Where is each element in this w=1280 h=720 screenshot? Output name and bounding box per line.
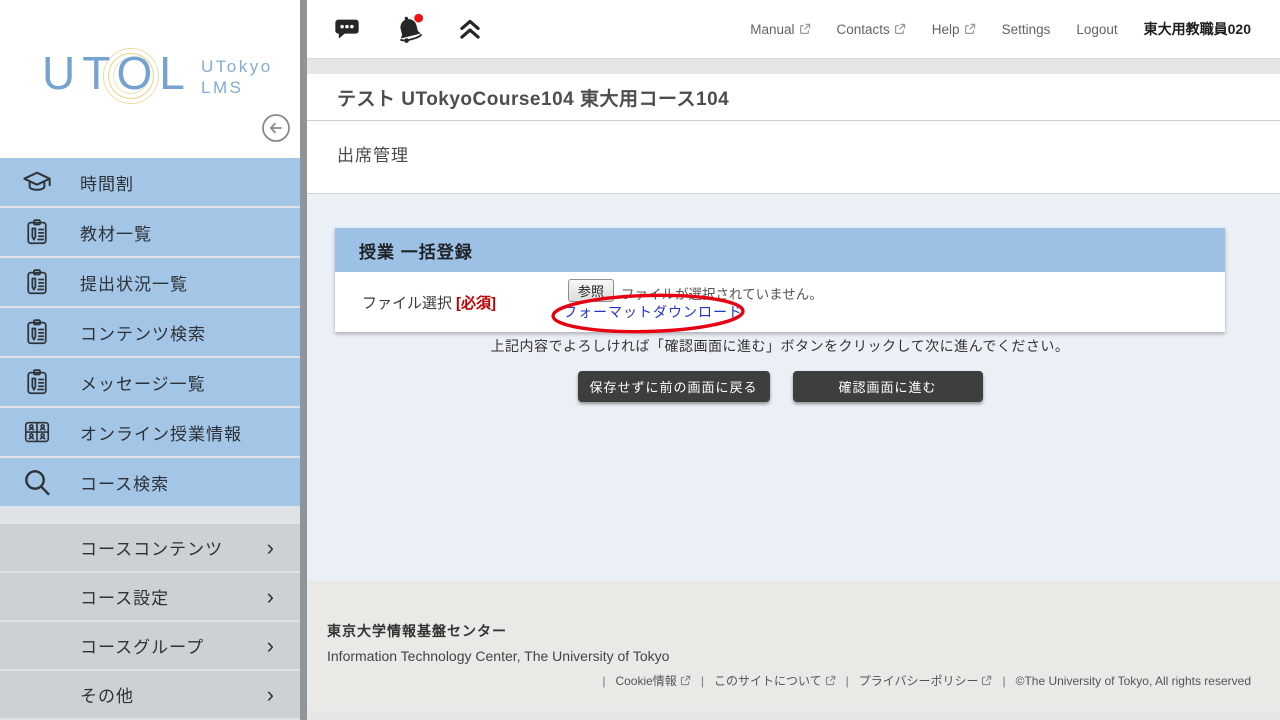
sidebar-item-course-search[interactable]: コース検索 xyxy=(0,458,300,506)
sidebar-main-menu: 時間割 教材一覧 提出状況一覧 xyxy=(0,158,300,508)
proceed-to-confirm-button[interactable]: 確認画面に進む xyxy=(793,371,983,402)
sidebar-item-label: コース検索 xyxy=(80,470,169,495)
footer-links: | Cookie情報 | このサイトについて xyxy=(327,672,1251,689)
content-area: 授業 一括登録 ファイル選択[必須] 参照 ファイルが選択されていません。 フォ… xyxy=(307,194,1280,581)
collapse-up-icon[interactable] xyxy=(457,15,483,43)
sidebar-item-label: コースグループ xyxy=(80,633,267,658)
sidebar-item-online-class-info[interactable]: オンライン授業情報 xyxy=(0,408,300,456)
panel-body: ファイル選択[必須] 参照 ファイルが選択されていません。 フォーマットダウンロ… xyxy=(335,272,1225,332)
chevron-right-icon: › xyxy=(267,537,274,559)
sidebar-item-label: オンライン授業情報 xyxy=(80,420,242,445)
utol-logo: UTOL xyxy=(42,46,192,100)
footer-org-jp: 東京大学情報基盤センター xyxy=(327,621,1251,641)
sidebar-item-messages[interactable]: メッセージ一覧 xyxy=(0,358,300,406)
contacts-link[interactable]: Contacts xyxy=(837,22,906,37)
back-without-save-button[interactable]: 保存せずに前の画面に戻る xyxy=(578,371,770,402)
clipboard-icon xyxy=(20,215,54,249)
sidebar-item-label: コースコンテンツ xyxy=(80,535,267,560)
sidebar-course-menu: コースコンテンツ › コース設定 › コースグループ › その他 › xyxy=(0,524,300,720)
settings-link[interactable]: Settings xyxy=(1002,22,1051,37)
topbar: Manual Contacts Help xyxy=(307,0,1280,59)
arrow-left-circle-icon xyxy=(261,113,291,143)
course-title: テスト UTokyoCourse104 東大用コース104 xyxy=(337,84,729,111)
chevron-right-icon: › xyxy=(267,684,274,706)
sidebar-item-course-group[interactable]: コースグループ › xyxy=(0,622,300,669)
sidebar-item-label: その他 xyxy=(80,682,267,707)
sidebar-item-course-contents[interactable]: コースコンテンツ › xyxy=(0,524,300,571)
panel-header: 授業 一括登録 xyxy=(335,228,1225,272)
chevron-right-icon: › xyxy=(267,586,274,608)
sidebar-item-timetable[interactable]: 時間割 xyxy=(0,158,300,206)
privacy-policy-link[interactable]: プライバシーポリシー xyxy=(859,672,993,689)
sidebar-item-label: 提出状況一覧 xyxy=(80,270,188,295)
external-link-icon xyxy=(894,23,906,35)
sidebar-item-label: 教材一覧 xyxy=(80,220,152,245)
external-link-icon xyxy=(964,23,976,35)
footer-org-en: Information Technology Center, The Unive… xyxy=(327,648,1251,664)
format-download-link[interactable]: フォーマットダウンロード xyxy=(563,302,743,322)
logout-link[interactable]: Logout xyxy=(1076,22,1117,37)
sidebar-item-label: メッセージ一覧 xyxy=(80,370,206,395)
external-link-icon xyxy=(825,675,836,686)
sidebar-item-course-settings[interactable]: コース設定 › xyxy=(0,573,300,620)
online-class-grid-icon xyxy=(20,415,54,449)
chevron-right-icon: › xyxy=(267,635,274,657)
sidebar-divider xyxy=(300,0,307,720)
footer: 東京大学情報基盤センター Information Technology Cent… xyxy=(307,581,1280,711)
copyright-text: ©The University of Tokyo, All rights res… xyxy=(1016,674,1251,688)
magnifier-icon xyxy=(20,465,54,499)
file-browse-button[interactable]: 参照 xyxy=(568,279,614,302)
external-link-icon xyxy=(680,675,691,686)
sidebar: UTOL UTokyo LMS 時間割 xyxy=(0,0,300,720)
notifications-bell-icon[interactable] xyxy=(391,11,427,47)
graduation-cap-icon xyxy=(20,165,54,199)
section-title: 出席管理 xyxy=(337,141,409,166)
sidebar-item-materials[interactable]: 教材一覧 xyxy=(0,208,300,256)
sidebar-item-label: 時間割 xyxy=(80,170,134,195)
manual-link[interactable]: Manual xyxy=(750,22,810,37)
notification-badge xyxy=(414,14,423,23)
external-link-icon xyxy=(799,23,811,35)
sidebar-item-label: コース設定 xyxy=(80,584,267,609)
action-buttons: 保存せずに前の画面に戻る 確認画面に進む xyxy=(335,371,1225,402)
cookie-info-link[interactable]: Cookie情報 xyxy=(615,672,690,689)
clipboard-icon xyxy=(20,315,54,349)
sidebar-item-others[interactable]: その他 › xyxy=(0,671,300,718)
no-file-selected-text: ファイルが選択されていません。 xyxy=(621,283,823,303)
logo-subtitle: UTokyo LMS xyxy=(201,56,273,98)
username: 東大用教職員020 xyxy=(1144,19,1251,39)
sidebar-section-gap xyxy=(0,508,300,524)
topbar-links: Manual Contacts Help xyxy=(750,19,1280,39)
file-select-label: ファイル選択[必須] xyxy=(362,292,496,313)
sidebar-item-submission-status[interactable]: 提出状況一覧 xyxy=(0,258,300,306)
sidebar-item-content-search[interactable]: コンテンツ検索 xyxy=(0,308,300,356)
help-link[interactable]: Help xyxy=(932,22,976,37)
sidebar-item-label: コンテンツ検索 xyxy=(80,320,206,345)
messages-icon[interactable] xyxy=(333,15,361,43)
logo-area: UTOL UTokyo LMS xyxy=(0,0,300,158)
external-link-icon xyxy=(981,675,992,686)
confirm-instruction-text: 上記内容でよろしければ「確認画面に進む」ボタンをクリックして次に進んでください。 xyxy=(335,336,1225,356)
clipboard-icon xyxy=(20,365,54,399)
about-site-link[interactable]: このサイトについて xyxy=(714,672,836,689)
main-area: Manual Contacts Help xyxy=(307,0,1280,720)
required-badge: [必須] xyxy=(456,295,496,312)
sidebar-collapse-button[interactable] xyxy=(261,113,291,143)
course-title-band: テスト UTokyoCourse104 東大用コース104 xyxy=(307,74,1280,121)
clipboard-icon xyxy=(20,265,54,299)
bulk-register-panel: 授業 一括登録 ファイル選択[必須] 参照 ファイルが選択されていません。 フォ… xyxy=(335,228,1225,332)
section-title-band: 出席管理 xyxy=(307,121,1280,194)
